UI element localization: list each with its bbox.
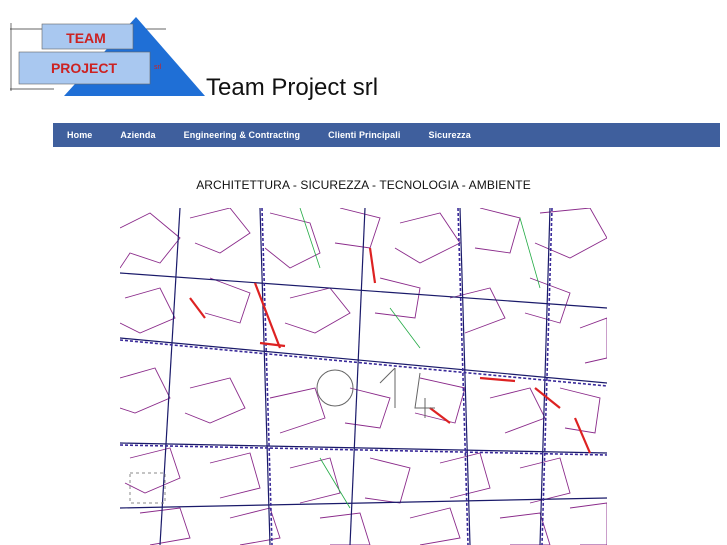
nav-clienti-principali[interactable]: Clienti Principali <box>314 123 414 147</box>
tagline: ARCHITETTURA - SICUREZZA - TECNOLOGIA - … <box>196 178 531 192</box>
nav-engineering-contracting[interactable]: Engineering & Contracting <box>170 123 315 147</box>
site-title: Team Project srl <box>206 74 379 101</box>
nav-sicurezza[interactable]: Sicurezza <box>414 123 484 147</box>
logo-project-text: PROJECT <box>51 60 118 76</box>
logo[interactable]: TEAM PROJECT srl <box>6 15 206 99</box>
network-map-image <box>120 208 607 545</box>
main-nav: Home Azienda Engineering & Contracting C… <box>53 123 720 147</box>
cad-map-drawing <box>120 208 607 545</box>
logo-team-text: TEAM <box>66 30 106 46</box>
logo-srl-text: srl <box>154 64 162 71</box>
team-project-logo: TEAM PROJECT srl <box>6 15 206 99</box>
nav-azienda[interactable]: Azienda <box>106 123 169 147</box>
nav-home[interactable]: Home <box>53 123 106 147</box>
